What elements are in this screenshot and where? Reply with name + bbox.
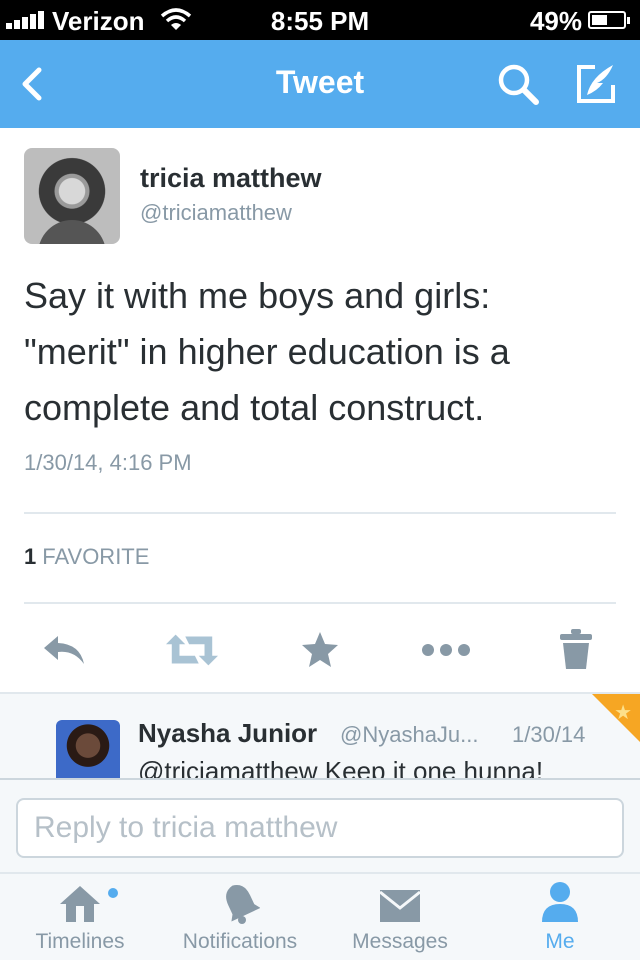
tweet-text-line: complete and total construct. [24,387,485,428]
reply-input[interactable]: Reply to tricia matthew [16,798,624,858]
favorite-icon [302,632,338,667]
delete-icon [560,629,592,669]
envelope-icon [379,890,421,922]
status-bar: Verizon 8:55 PM 49% [0,0,640,40]
delete-button[interactable] [550,626,602,674]
page-title: Tweet [275,64,365,100]
battery-percent: 49% [529,6,582,36]
tab-label: Messages [352,930,448,953]
reply-avatar[interactable] [56,720,120,778]
favorites-count[interactable]: 1 FAVORITE [24,544,149,570]
tab-timelines[interactable]: Timelines [14,874,146,960]
tweet-text: Say it with me boys and girls: "merit" i… [24,268,620,436]
author-handle[interactable]: @triciamatthew [140,200,292,226]
reply-text: @triciamatthew Keep it one hunna! [138,756,544,778]
star-icon: ★ [614,702,632,724]
tab-bar: Timelines Notifications Messages Me [0,872,640,960]
tweet-actions [0,620,640,680]
nav-bar: Tweet [0,40,640,128]
tab-notifications[interactable]: Notifications [170,874,310,960]
retweet-icon [166,634,218,666]
reply-button[interactable] [38,626,90,674]
tab-me[interactable]: Me [510,874,610,960]
author-name[interactable]: tricia matthew [140,163,322,194]
home-icon [60,886,100,922]
tweet-timestamp: 1/30/14, 4:16 PM [24,450,192,475]
person-icon [542,882,578,922]
favorites-number: 1 [24,544,37,569]
favorites-label: FAVORITE [42,544,150,569]
divider [24,512,616,514]
retweet-button[interactable] [166,626,218,674]
reply-timestamp: 1/30/14 [512,722,586,747]
more-icon [422,644,470,656]
compose-button[interactable] [570,58,622,110]
divider [24,602,616,604]
bell-icon [226,885,260,924]
tweet-detail-screen: Verizon 8:55 PM 49% Tweet tricia matthew… [0,0,640,960]
search-icon [498,64,539,105]
battery-icon [588,11,630,29]
tab-label: Notifications [182,930,298,953]
more-button[interactable] [420,626,472,674]
tab-label: Me [545,930,575,953]
reply-composer: Reply to tricia matthew [0,778,640,872]
favorite-button[interactable] [294,626,346,674]
tab-label: Timelines [35,930,125,953]
author-avatar[interactable] [24,148,120,244]
tweet-text-line: "merit" in higher education is a [24,331,510,372]
reply-tweet[interactable]: Nyasha Junior @NyashaJu... 1/30/14 @tric… [0,692,640,778]
compose-icon [577,65,615,103]
reply-author-name: Nyasha Junior [138,718,318,748]
tweet-text-line: Say it with me boys and girls: [24,275,491,316]
tab-messages[interactable]: Messages [340,874,460,960]
reply-icon [44,636,84,664]
reply-author-handle: @NyashaJu... [340,722,479,747]
search-button[interactable] [492,58,544,110]
unread-badge [108,888,118,898]
